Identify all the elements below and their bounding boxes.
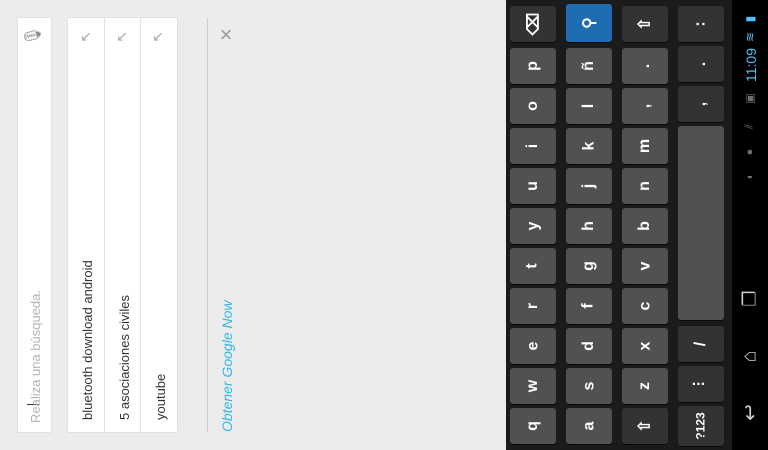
shift-key-right[interactable]: ⇧ [622,6,668,42]
search-icon: ⚲ [581,17,598,29]
suggestion-divider [140,18,141,432]
key-a[interactable]: a [566,408,612,444]
key-v[interactable]: v [622,248,668,284]
google-now-divider [207,18,208,432]
suggestion-item[interactable]: youtube [153,374,168,420]
android-icon: ● [744,148,756,156]
key-g[interactable]: g [566,248,612,284]
keyboard: q w e r t y u i o p ⌫ a s d f g h j k l … [506,0,732,450]
key-x[interactable]: x [622,328,668,364]
suggestion-item[interactable]: 5 asociaciones civiles [117,295,132,420]
key-f[interactable]: f [566,288,612,324]
space-key[interactable] [678,126,724,320]
key-t[interactable]: t [510,248,556,284]
key-comma[interactable]: , [622,88,668,124]
content-area: 🎙 Realiza una búsqueda. bluetooth downlo… [0,0,506,450]
key-u[interactable]: u [510,168,556,204]
key-e[interactable]: e [510,328,556,364]
status-time: 11:09 [743,48,759,82]
search-key[interactable]: ⚲ [566,4,612,42]
key-z[interactable]: z [622,368,668,404]
backspace-icon: ⌫ [525,12,542,36]
home-icon[interactable]: ⌂ [739,347,762,367]
comma-key[interactable]: , [678,86,724,122]
mic-icon[interactable]: 🎙 [25,26,43,46]
recent-apps-icon[interactable]: ❐ [740,289,761,309]
screenshot-icon: ▣ [744,93,757,104]
search-placeholder[interactable]: Realiza una búsqueda. [28,290,43,423]
suggestion-item[interactable]: bluetooth download android [80,260,95,420]
key-w[interactable]: w [510,368,556,404]
key-m[interactable]: m [622,128,668,164]
usb-icon: ⫽ [743,124,756,129]
key-n[interactable]: n [622,168,668,204]
wifi-icon: ≋ [743,31,757,43]
close-icon[interactable]: × [217,24,235,46]
arrow-up-left-icon[interactable]: ↙ [78,28,94,44]
slash-key[interactable]: / [678,326,724,362]
key-q[interactable]: q [510,408,556,444]
notification-icon: ◐ [744,172,756,180]
key-period[interactable]: . [622,48,668,84]
key-r[interactable]: r [510,288,556,324]
key-p[interactable]: p [510,48,556,84]
battery-icon: ▮ [743,15,757,23]
shift-key-left[interactable]: ⇧ [622,408,668,444]
symbols-key[interactable]: ?123 [678,406,724,446]
key-i[interactable]: i [510,128,556,164]
arrow-up-left-icon[interactable]: ↙ [114,28,130,44]
suggestion-divider [104,18,105,432]
key-s[interactable]: s [566,368,612,404]
screen: 🎙 Realiza una búsqueda. bluetooth downlo… [0,0,768,450]
key-d[interactable]: d [566,328,612,364]
key-j[interactable]: j [566,168,612,204]
key-k[interactable]: k [566,128,612,164]
key-l[interactable]: l [566,88,612,124]
settings-key[interactable]: ⫶ [678,366,724,402]
backspace-key[interactable]: ⌫ [510,6,556,42]
back-icon[interactable]: ↩ [738,403,763,423]
get-google-now-link[interactable]: Obtener Google Now [219,300,235,432]
key-b[interactable]: b [622,208,668,244]
key-enye[interactable]: ñ [566,48,612,84]
key-h[interactable]: h [566,208,612,244]
key-y[interactable]: y [510,208,556,244]
key-o[interactable]: o [510,88,556,124]
colon-key[interactable]: : [678,6,724,42]
key-c[interactable]: c [622,288,668,324]
dot-key[interactable]: . [678,46,724,82]
arrow-up-left-icon[interactable]: ↙ [150,28,166,44]
